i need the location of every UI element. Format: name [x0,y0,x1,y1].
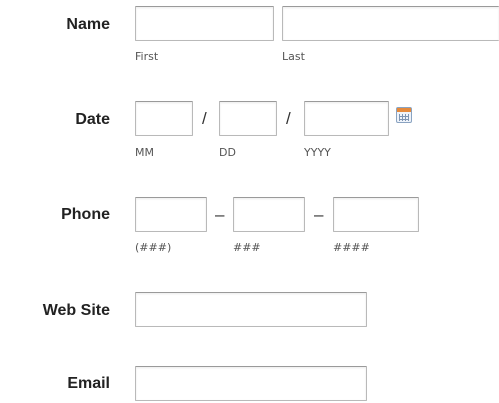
date-year-field[interactable] [304,101,389,136]
last-name-sublabel: Last [282,50,305,63]
phone-separator-2: – [314,205,324,224]
date-day-sublabel: DD [219,146,236,159]
phone-label: Phone [61,206,110,223]
calendar-icon-grid [399,114,409,121]
last-name-field[interactable] [282,6,499,41]
phone-separator-1: – [215,205,225,224]
email-label: Email [67,375,110,392]
first-name-sublabel: First [135,50,159,63]
name-label: Name [66,16,110,33]
date-separator-2: / [286,109,291,128]
website-field[interactable] [135,292,367,327]
date-separator-1: / [202,109,207,128]
first-name-field[interactable] [135,6,274,41]
email-field[interactable] [135,366,367,401]
calendar-icon-header [397,108,411,112]
date-label: Date [75,111,110,128]
phone-prefix-sublabel: ### [233,241,261,254]
date-month-field[interactable] [135,101,193,136]
date-year-sublabel: YYYY [304,146,331,159]
date-month-sublabel: MM [135,146,154,159]
phone-area-code-field[interactable] [135,197,207,232]
phone-prefix-field[interactable] [233,197,305,232]
date-day-field[interactable] [219,101,277,136]
phone-line-number-sublabel: #### [333,241,370,254]
calendar-icon[interactable] [396,107,412,123]
website-label: Web Site [42,302,110,319]
phone-line-number-field[interactable] [333,197,419,232]
phone-area-code-sublabel: (###) [135,241,172,254]
